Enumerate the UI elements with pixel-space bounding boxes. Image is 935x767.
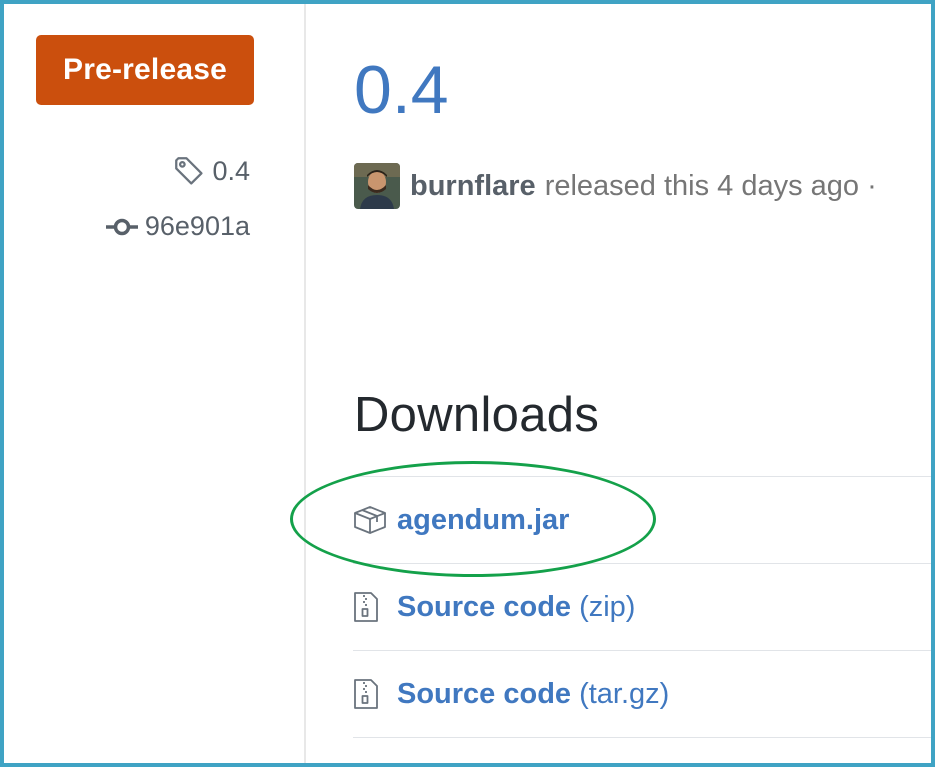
release-title[interactable]: 0.4 bbox=[354, 56, 449, 124]
download-item-source-zip[interactable]: Source code (zip) bbox=[353, 563, 931, 650]
file-zip-icon bbox=[353, 678, 391, 710]
released-text: released this 4 days ago · bbox=[544, 169, 877, 202]
commit-hash: 96e901a bbox=[144, 211, 250, 241]
package-icon bbox=[353, 505, 391, 535]
release-byline: burnflare released this 4 days ago · bbox=[354, 163, 877, 209]
sidebar-divider bbox=[304, 4, 306, 763]
release-tag-link[interactable]: 0.4 bbox=[172, 154, 250, 188]
download-ext: (zip) bbox=[579, 590, 636, 623]
download-item-source-targz[interactable]: Source code (tar.gz) bbox=[353, 650, 931, 738]
author-link[interactable]: burnflare bbox=[410, 170, 536, 203]
downloads-list: agendum.jar Source code (zip) Source cod… bbox=[353, 476, 931, 738]
commit-link[interactable]: 96e901a bbox=[105, 211, 250, 242]
download-ext: (tar.gz) bbox=[579, 677, 670, 710]
screenshot-frame: Pre-release 0.4 96e901a 0.4 burnflare re… bbox=[0, 0, 935, 767]
download-name[interactable]: agendum.jar bbox=[397, 504, 569, 537]
download-name[interactable]: Source code bbox=[397, 591, 571, 624]
downloads-heading: Downloads bbox=[354, 388, 600, 442]
commit-icon bbox=[105, 216, 139, 238]
avatar[interactable] bbox=[354, 163, 400, 209]
download-name[interactable]: Source code bbox=[397, 678, 571, 711]
file-zip-icon bbox=[353, 591, 391, 623]
tag-icon bbox=[172, 154, 206, 188]
tag-value: 0.4 bbox=[212, 155, 250, 186]
pre-release-badge: Pre-release bbox=[36, 35, 254, 105]
download-item-agendum-jar[interactable]: agendum.jar bbox=[353, 476, 931, 563]
